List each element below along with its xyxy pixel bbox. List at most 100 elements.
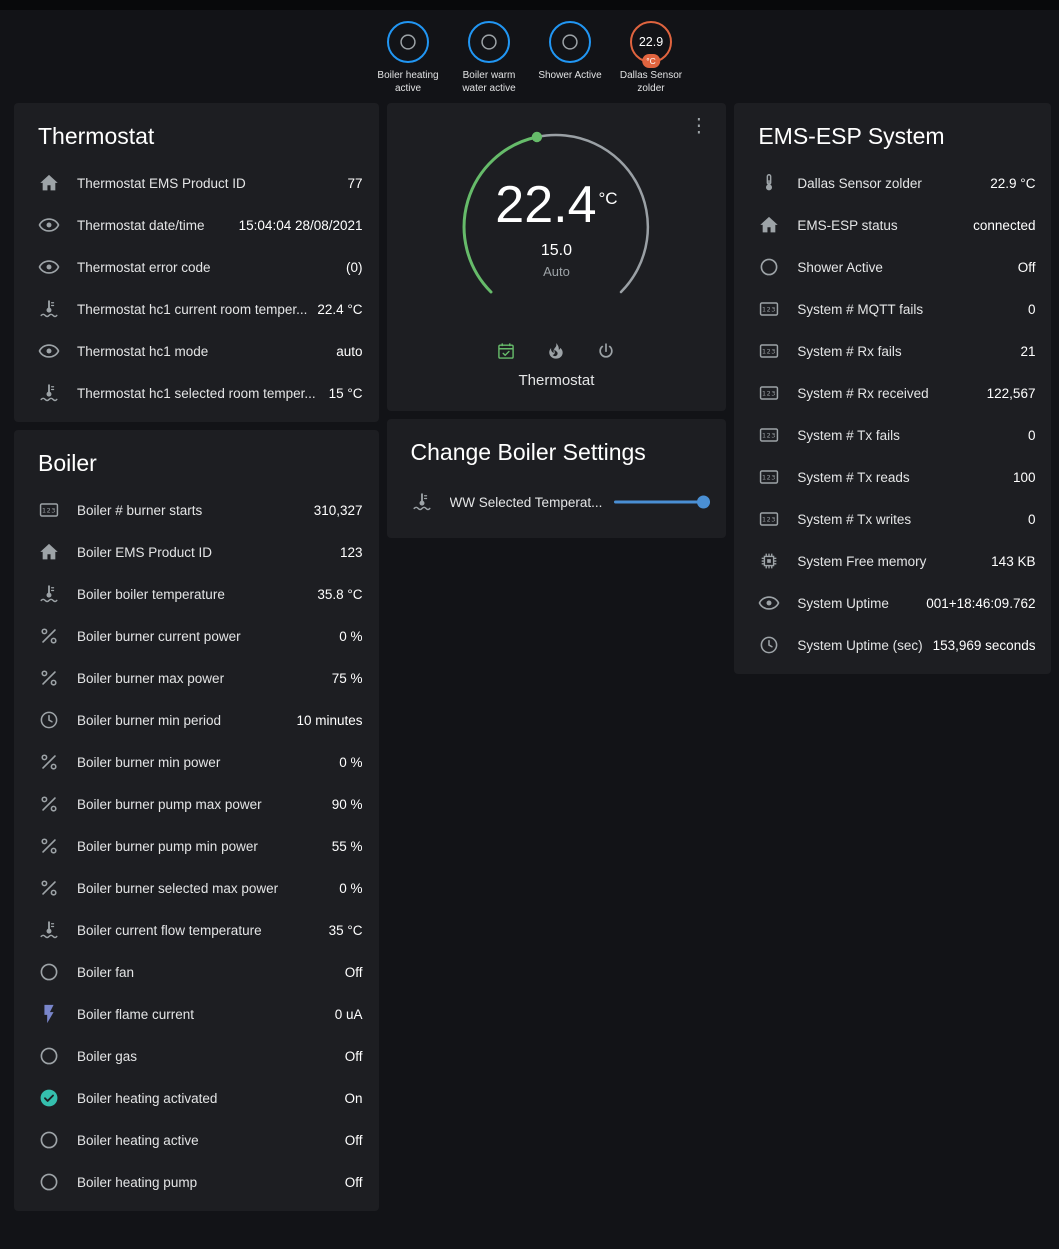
entity-row[interactable]: System # MQTT fails 0 <box>750 288 1035 330</box>
entity-value: 35.8 °C <box>317 587 362 602</box>
entity-row[interactable]: System # Tx writes 0 <box>750 498 1035 540</box>
entity-label: Boiler boiler temperature <box>77 587 307 602</box>
entity-row[interactable]: System Uptime 001+18:46:09.762 <box>750 582 1035 624</box>
entity-row[interactable]: System # Tx fails 0 <box>750 414 1035 456</box>
entity-row[interactable]: EMS-ESP status connected <box>750 204 1035 246</box>
ww-temperature-slider[interactable] <box>614 490 710 514</box>
entity-label: Boiler heating activated <box>77 1091 335 1106</box>
entity-label: Boiler burner current power <box>77 629 329 644</box>
thermostat-dial[interactable]: 22.4°C 15.0 Auto <box>456 127 656 327</box>
entity-row[interactable]: Shower Active Off <box>750 246 1035 288</box>
badge-circle <box>468 21 510 63</box>
entity-badge[interactable]: Boiler warm water active <box>453 21 525 95</box>
entity-value: 0 % <box>339 629 362 644</box>
entity-list: Thermostat EMS Product ID 77 Thermostat … <box>30 162 363 414</box>
counter-icon <box>758 298 780 320</box>
entity-value: 22.4 °C <box>317 302 362 317</box>
home-icon <box>38 541 60 563</box>
entity-label: Thermostat error code <box>77 260 336 275</box>
calendar-check-icon[interactable] <box>496 341 516 361</box>
entity-label: Boiler heating pump <box>77 1175 335 1190</box>
hvac-mode-buttons <box>403 341 711 361</box>
entity-value: 143 KB <box>991 554 1035 569</box>
entity-row[interactable]: Boiler flame current 0 uA <box>30 993 363 1035</box>
badge-label: Boiler heating active <box>372 70 444 95</box>
coolant-icon <box>38 382 60 404</box>
entity-row[interactable]: Boiler # burner starts 310,327 <box>30 489 363 531</box>
entity-row[interactable]: Boiler burner selected max power 0 % <box>30 867 363 909</box>
check-circle-icon <box>38 1087 60 1109</box>
power-icon[interactable] <box>596 341 616 361</box>
badge-label: Boiler warm water active <box>453 70 525 95</box>
entity-row[interactable]: Thermostat hc1 selected room temper... 1… <box>30 372 363 414</box>
entity-row[interactable]: System # Tx reads 100 <box>750 456 1035 498</box>
badge-value: 22.9 <box>639 35 663 49</box>
coolant-icon <box>38 583 60 605</box>
entity-row[interactable]: Boiler heating activated On <box>30 1077 363 1119</box>
entity-row[interactable]: Boiler burner current power 0 % <box>30 615 363 657</box>
change-boiler-settings-card: Change Boiler Settings WW Selected Tempe… <box>387 419 727 538</box>
circle-icon <box>38 1171 60 1193</box>
badge-unit: °C <box>642 54 660 68</box>
entity-badge[interactable]: Shower Active <box>534 21 606 83</box>
dial-arc[interactable] <box>456 127 656 327</box>
slider-label: WW Selected Temperat... <box>450 495 603 510</box>
entity-value: 0 uA <box>335 1007 363 1022</box>
counter-icon <box>758 382 780 404</box>
entity-row[interactable]: System # Rx received 122,567 <box>750 372 1035 414</box>
percent-icon <box>38 667 60 689</box>
entity-value: Off <box>1018 260 1036 275</box>
badge-circle: 22.9 °C <box>630 21 672 63</box>
entity-row[interactable]: System Uptime (sec) 153,969 seconds <box>750 624 1035 666</box>
clock-icon <box>758 634 780 656</box>
entity-row[interactable]: Boiler burner min power 0 % <box>30 741 363 783</box>
badge-circle <box>549 21 591 63</box>
entity-row[interactable]: Thermostat hc1 mode auto <box>30 330 363 372</box>
entity-row[interactable]: Boiler burner max power 75 % <box>30 657 363 699</box>
entity-row[interactable]: Thermostat error code (0) <box>30 246 363 288</box>
entity-row[interactable]: Thermostat date/time 15:04:04 28/08/2021 <box>30 204 363 246</box>
coolant-icon <box>38 298 60 320</box>
entity-row[interactable]: Boiler current flow temperature 35 °C <box>30 909 363 951</box>
circle-icon <box>38 961 60 983</box>
slider-track[interactable] <box>614 501 710 504</box>
counter-icon <box>758 340 780 362</box>
badge-row: Boiler heating active Boiler warm water … <box>0 10 1059 97</box>
coolant-icon <box>38 919 60 941</box>
card-menu-button[interactable]: ⋮ <box>679 113 718 140</box>
entity-row[interactable]: Thermostat hc1 current room temper... 22… <box>30 288 363 330</box>
entity-label: Boiler burner min period <box>77 713 286 728</box>
entity-value: Off <box>345 1133 363 1148</box>
entity-value: 90 % <box>332 797 363 812</box>
left-column: Thermostat Thermostat EMS Product ID 77 … <box>14 103 379 1211</box>
entity-badge[interactable]: Boiler heating active <box>372 21 444 95</box>
entity-row[interactable]: Boiler boiler temperature 35.8 °C <box>30 573 363 615</box>
entity-value: (0) <box>346 260 363 275</box>
card-title: Thermostat <box>38 123 355 150</box>
entity-badge[interactable]: 22.9 °C Dallas Sensor zolder <box>615 21 687 95</box>
entity-value: 15 °C <box>329 386 363 401</box>
entity-row[interactable]: Thermostat EMS Product ID 77 <box>30 162 363 204</box>
slider-knob[interactable] <box>697 496 710 509</box>
counter-icon <box>38 499 60 521</box>
entity-row[interactable]: Boiler heating pump Off <box>30 1161 363 1203</box>
entity-row[interactable]: Boiler EMS Product ID 123 <box>30 531 363 573</box>
entity-value: 0 <box>1028 512 1036 527</box>
badge-circle <box>387 21 429 63</box>
entity-row[interactable]: Boiler fan Off <box>30 951 363 993</box>
entity-row[interactable]: Boiler gas Off <box>30 1035 363 1077</box>
fire-icon[interactable] <box>546 341 566 361</box>
top-bar <box>0 0 1059 10</box>
entity-value: 123 <box>340 545 363 560</box>
dial-handle[interactable] <box>532 132 542 142</box>
entity-row[interactable]: Dallas Sensor zolder 22.9 °C <box>750 162 1035 204</box>
entity-row[interactable]: System Free memory 143 KB <box>750 540 1035 582</box>
percent-icon <box>38 877 60 899</box>
entity-row[interactable]: Boiler heating active Off <box>30 1119 363 1161</box>
card-title: Change Boiler Settings <box>411 439 703 466</box>
entity-row[interactable]: Boiler burner pump max power 90 % <box>30 783 363 825</box>
entity-row[interactable]: System # Rx fails 21 <box>750 330 1035 372</box>
entity-row[interactable]: Boiler burner min period 10 minutes <box>30 699 363 741</box>
entity-row[interactable]: Boiler burner pump min power 55 % <box>30 825 363 867</box>
entity-value: Off <box>345 1049 363 1064</box>
